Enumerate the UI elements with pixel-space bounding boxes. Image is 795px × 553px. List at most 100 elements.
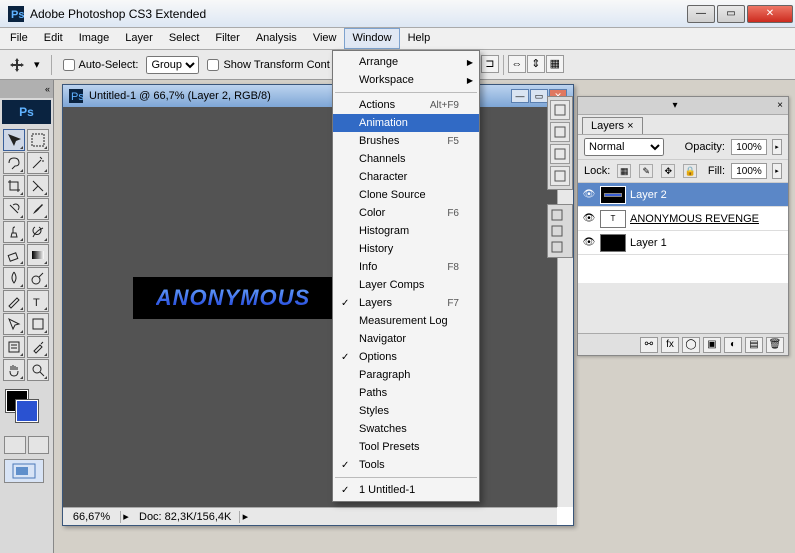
- menu-select[interactable]: Select: [161, 28, 208, 49]
- lock-position-icon[interactable]: ✥: [661, 164, 675, 178]
- stamp-tool[interactable]: [3, 221, 25, 243]
- minimize-button[interactable]: —: [687, 5, 715, 23]
- layer-row[interactable]: 👁TANONYMOUS REVENGE: [578, 207, 788, 231]
- layer-row[interactable]: 👁 Layer 1: [578, 231, 788, 255]
- path-sel-tool[interactable]: [3, 313, 25, 335]
- layer-fx-icon[interactable]: fx: [661, 337, 679, 353]
- gradient-tool[interactable]: [27, 244, 49, 266]
- layer-name[interactable]: Layer 1: [630, 237, 667, 249]
- fill-field[interactable]: 100%: [731, 163, 767, 179]
- screen-mode-button[interactable]: [4, 459, 44, 483]
- link-layers-icon[interactable]: ⚯: [640, 337, 658, 353]
- menu-item-histogram[interactable]: Histogram: [333, 222, 479, 240]
- background-swatch[interactable]: [16, 400, 38, 422]
- menu-analysis[interactable]: Analysis: [248, 28, 305, 49]
- menu-item-paths[interactable]: Paths: [333, 384, 479, 402]
- hand-tool[interactable]: [3, 359, 25, 381]
- layer-mask-icon[interactable]: ◯: [682, 337, 700, 353]
- distribute-h-icon[interactable]: ⇔: [508, 55, 526, 73]
- options-dropdown-arrow[interactable]: ▾: [34, 58, 40, 71]
- menu-item-info[interactable]: InfoF8: [333, 258, 479, 276]
- menu-item-animation[interactable]: Animation: [333, 114, 479, 132]
- auto-select-dropdown[interactable]: Group: [146, 56, 199, 74]
- doc-info[interactable]: Doc: 82,3K/156,4K: [131, 511, 240, 523]
- menu-item-color[interactable]: ColorF6: [333, 204, 479, 222]
- menu-filter[interactable]: Filter: [207, 28, 247, 49]
- brush-tool[interactable]: [27, 198, 49, 220]
- opacity-arrow-icon[interactable]: ▸: [772, 139, 782, 155]
- layer-row[interactable]: 👁 Layer 2: [578, 183, 788, 207]
- fill-arrow-icon[interactable]: ▸: [772, 163, 782, 179]
- layers-panel-header[interactable]: ▾ ×: [578, 97, 788, 115]
- navigator-icon[interactable]: [550, 100, 570, 120]
- menu-item-styles[interactable]: Styles: [333, 402, 479, 420]
- wand-tool[interactable]: [27, 152, 49, 174]
- document-titlebar[interactable]: Ps Untitled-1 @ 66,7% (Layer 2, RGB/8) —…: [63, 85, 573, 107]
- new-adjustment-icon[interactable]: ◐: [724, 337, 742, 353]
- menu-item-history[interactable]: History: [333, 240, 479, 258]
- menu-item-clone-source[interactable]: Clone Source: [333, 186, 479, 204]
- menu-image[interactable]: Image: [71, 28, 118, 49]
- panel-menu-icon[interactable]: ▾: [667, 100, 683, 111]
- menu-item-1-untitled-1[interactable]: ✓1 Untitled-1: [333, 481, 479, 499]
- close-button[interactable]: ✕: [747, 5, 793, 23]
- menu-item-character[interactable]: Character: [333, 168, 479, 186]
- new-layer-icon[interactable]: ▤: [745, 337, 763, 353]
- menu-item-measurement-log[interactable]: Measurement Log: [333, 312, 479, 330]
- menu-layer[interactable]: Layer: [117, 28, 161, 49]
- menu-item-options[interactable]: ✓Options: [333, 348, 479, 366]
- color-icon[interactable]: [550, 166, 570, 186]
- menu-edit[interactable]: Edit: [36, 28, 71, 49]
- auto-align-icon[interactable]: ▦: [546, 55, 564, 73]
- menu-item-layers[interactable]: ✓LayersF7: [333, 294, 479, 312]
- menu-item-paragraph[interactable]: Paragraph: [333, 366, 479, 384]
- lasso-tool[interactable]: [3, 152, 25, 174]
- paragraph-icon[interactable]: [550, 224, 570, 238]
- auto-select-checkbox[interactable]: Auto-Select:: [63, 59, 139, 71]
- menu-item-channels[interactable]: Channels: [333, 150, 479, 168]
- delete-layer-icon[interactable]: 🗑: [766, 337, 784, 353]
- align-right-icon[interactable]: ⊐: [481, 55, 499, 73]
- layercomps-icon[interactable]: [550, 240, 570, 254]
- healing-tool[interactable]: [3, 198, 25, 220]
- distribute-v-icon[interactable]: ⇕: [527, 55, 545, 73]
- menu-item-swatches[interactable]: Swatches: [333, 420, 479, 438]
- color-swatches[interactable]: [4, 390, 49, 428]
- zoom-field[interactable]: 66,67%: [63, 511, 121, 523]
- new-group-icon[interactable]: ▣: [703, 337, 721, 353]
- visibility-icon[interactable]: 👁: [582, 237, 596, 248]
- menu-item-actions[interactable]: ActionsAlt+F9: [333, 96, 479, 114]
- type-tool[interactable]: T: [27, 290, 49, 312]
- character-icon[interactable]: [550, 208, 570, 222]
- menu-view[interactable]: View: [305, 28, 345, 49]
- quickmask-mode-icon[interactable]: [28, 436, 50, 454]
- layer-name[interactable]: ANONYMOUS REVENGE: [630, 213, 759, 225]
- pen-tool[interactable]: [3, 290, 25, 312]
- menu-item-tools[interactable]: ✓Tools: [333, 456, 479, 474]
- eyedropper-tool[interactable]: [27, 336, 49, 358]
- histogram-icon[interactable]: [550, 122, 570, 142]
- dodge-tool[interactable]: [27, 267, 49, 289]
- menu-item-workspace[interactable]: Workspace▶: [333, 71, 479, 89]
- lock-pixels-icon[interactable]: ✎: [639, 164, 653, 178]
- zoom-tool[interactable]: [27, 359, 49, 381]
- doc-minimize-button[interactable]: —: [511, 89, 529, 103]
- crop-tool[interactable]: [3, 175, 25, 197]
- lock-transparency-icon[interactable]: ▦: [617, 164, 631, 178]
- layer-thumbnail[interactable]: [600, 186, 626, 204]
- menu-file[interactable]: File: [2, 28, 36, 49]
- notes-tool[interactable]: [3, 336, 25, 358]
- maximize-button[interactable]: ▭: [717, 5, 745, 23]
- layer-name[interactable]: Layer 2: [630, 189, 667, 201]
- blur-tool[interactable]: [3, 267, 25, 289]
- show-transform-checkbox[interactable]: Show Transform Cont: [207, 59, 329, 71]
- panel-close-icon[interactable]: ×: [772, 100, 788, 111]
- blend-mode-dropdown[interactable]: Normal: [584, 138, 664, 156]
- visibility-icon[interactable]: 👁: [582, 189, 596, 200]
- opacity-field[interactable]: 100%: [731, 139, 767, 155]
- layers-tab[interactable]: Layers ×: [582, 117, 643, 134]
- menu-help[interactable]: Help: [400, 28, 439, 49]
- visibility-icon[interactable]: 👁: [582, 213, 596, 224]
- history-brush-tool[interactable]: [27, 221, 49, 243]
- doc-info-arrow-icon[interactable]: ▸: [240, 510, 250, 523]
